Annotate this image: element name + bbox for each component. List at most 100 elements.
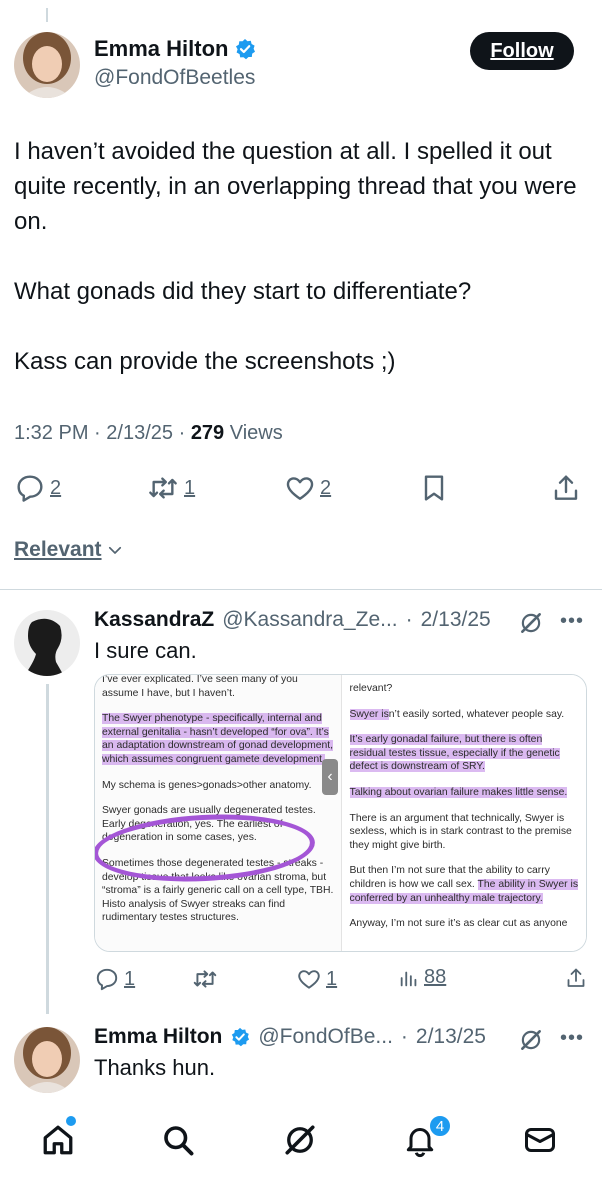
- like-count: 2: [320, 476, 332, 499]
- screenshot-text: It’s early gonadal failure, but there is…: [349, 733, 581, 774]
- thread-connector: [46, 684, 49, 1014]
- mail-icon: [525, 1128, 555, 1152]
- grok-icon: [285, 1125, 315, 1155]
- avatar[interactable]: [14, 610, 80, 676]
- reply-author-name[interactable]: KassandraZ: [94, 608, 214, 632]
- views-button[interactable]: 88: [398, 966, 446, 989]
- tweet-paragraph: What gonads did they start to differenti…: [14, 278, 472, 305]
- search-icon: [164, 1126, 194, 1156]
- screenshot-text: Anyway, I’m not sure it’s as clear cut a…: [349, 918, 568, 930]
- repost-icon: [193, 970, 217, 988]
- reply-button[interactable]: 2: [14, 472, 61, 504]
- home-icon: [43, 1125, 73, 1155]
- separator: ·: [178, 422, 186, 444]
- divider: [0, 589, 602, 590]
- reply-author-handle[interactable]: @FondOfBe...: [258, 1025, 393, 1049]
- sort-label: Relevant: [14, 538, 102, 561]
- reply-icon: [17, 475, 43, 502]
- reply-header: KassandraZ @Kassandra_Ze... · 2/13/25: [94, 608, 491, 632]
- views-count: 279: [190, 422, 225, 444]
- tweet-text: I haven’t avoided the question at all. I…: [14, 134, 584, 414]
- reply-date[interactable]: 2/13/25: [421, 608, 491, 632]
- grok-icon[interactable]: [518, 1027, 544, 1053]
- screenshot-text: Swyer isn’t easily sorted, whatever peop…: [349, 708, 581, 722]
- tweet-meta: 1:32 PM · 2/13/25 · 279 Views: [14, 422, 283, 445]
- author-name-row[interactable]: Emma Hilton: [94, 36, 256, 62]
- notification-badge: 4: [428, 1114, 452, 1138]
- screenshot-text-inline: n’t easily sorted, whatever people say.: [388, 708, 565, 720]
- highlighted-text: It’s early gonadal failure, but there is…: [349, 734, 560, 773]
- separator: ·: [405, 608, 413, 631]
- reply-count: 1: [124, 967, 136, 990]
- bookmark-button[interactable]: [418, 472, 450, 504]
- repost-button[interactable]: [192, 966, 218, 992]
- bottom-nav: 4: [0, 1104, 602, 1199]
- like-count: 1: [326, 967, 338, 990]
- verified-badge-icon: [232, 1027, 250, 1047]
- views-chart-icon: [400, 971, 417, 986]
- reply-actions: 1 1 88: [0, 966, 602, 998]
- avatar[interactable]: [14, 1027, 80, 1093]
- screenshot-text: My schema is genes>gonads>other anatomy.: [102, 779, 312, 791]
- tweet-paragraph: Kass can provide the screenshots ;): [14, 348, 396, 375]
- like-button[interactable]: 1: [296, 966, 337, 992]
- tweet-date[interactable]: 2/13/25: [106, 422, 173, 444]
- repost-button[interactable]: 1: [146, 472, 195, 504]
- screenshot-text: Talking about ovarian failure makes litt…: [349, 786, 581, 800]
- unread-dot: [66, 1116, 76, 1126]
- sort-replies-button[interactable]: Relevant: [14, 538, 124, 562]
- screenshot-text: The Swyer phenotype - specifically, inte…: [102, 712, 335, 766]
- tweet-paragraph: I haven’t avoided the question at all. I…: [14, 138, 577, 235]
- more-options-icon[interactable]: •••: [560, 610, 584, 633]
- reply-author-name[interactable]: Emma Hilton: [94, 1025, 222, 1049]
- tweet-actions: 2 1 2: [0, 468, 602, 508]
- nav-search[interactable]: [160, 1122, 200, 1162]
- collapse-tab-icon: ‹: [322, 759, 338, 795]
- follow-button[interactable]: Follow: [470, 32, 574, 70]
- highlighted-text: Swyer is: [349, 708, 389, 720]
- share-icon: [554, 475, 578, 500]
- repost-count: 1: [184, 476, 196, 499]
- reply-button[interactable]: 1: [94, 966, 135, 992]
- separator: ·: [400, 1025, 408, 1048]
- nav-grok[interactable]: [282, 1122, 322, 1162]
- tweet-time[interactable]: 1:32 PM: [14, 422, 88, 444]
- verified-badge-icon: [236, 39, 256, 60]
- reply-author-handle[interactable]: @Kassandra_Ze...: [222, 608, 397, 632]
- share-button[interactable]: [550, 472, 582, 504]
- nav-home[interactable]: [40, 1122, 80, 1162]
- heart-icon: [298, 970, 320, 989]
- thread-connector: [46, 8, 48, 22]
- screenshot-text: I’ve ever explicated. I’ve seen many of …: [102, 675, 298, 699]
- reply-icon: [96, 968, 118, 991]
- grok-icon[interactable]: [518, 610, 544, 636]
- reply-text: I sure can.: [94, 638, 197, 663]
- screenshot-text: relevant?: [349, 683, 393, 694]
- highlighted-text: Talking about ovarian failure makes litt…: [349, 786, 568, 798]
- like-button[interactable]: 2: [284, 472, 331, 504]
- share-button[interactable]: [564, 966, 588, 990]
- screenshot-right-panel: relevant? Swyer isn’t easily sorted, wha…: [340, 675, 586, 951]
- nav-messages[interactable]: [522, 1122, 562, 1162]
- share-icon: [567, 968, 585, 987]
- screenshot-text: But then I’m not sure that the ability t…: [349, 864, 581, 905]
- views-label: Views: [229, 422, 283, 444]
- repost-icon: [149, 477, 177, 499]
- reply-count: 2: [50, 476, 62, 499]
- reply-header: Emma Hilton @FondOfBe... · 2/13/25: [94, 1025, 486, 1049]
- author-handle[interactable]: @FondOfBeetles: [94, 66, 255, 90]
- bookmark-icon: [424, 475, 444, 501]
- separator: ·: [94, 422, 101, 444]
- screenshot-left-panel: I’ve ever explicated. I’ve seen many of …: [95, 675, 341, 951]
- reply-text: Thanks hun.: [94, 1055, 216, 1080]
- screenshot-text: There is an argument that technically, S…: [349, 812, 572, 851]
- more-options-icon[interactable]: •••: [560, 1027, 584, 1050]
- highlighted-text: The Swyer phenotype - specifically, inte…: [102, 713, 334, 765]
- attached-screenshot[interactable]: I’ve ever explicated. I’ve seen many of …: [94, 674, 587, 952]
- view-count: 88: [424, 966, 447, 988]
- reply-date[interactable]: 2/13/25: [416, 1025, 486, 1049]
- chevron-down-icon: [108, 546, 121, 554]
- display-name[interactable]: Emma Hilton: [94, 36, 228, 62]
- heart-icon: [286, 477, 314, 500]
- avatar[interactable]: [14, 32, 80, 98]
